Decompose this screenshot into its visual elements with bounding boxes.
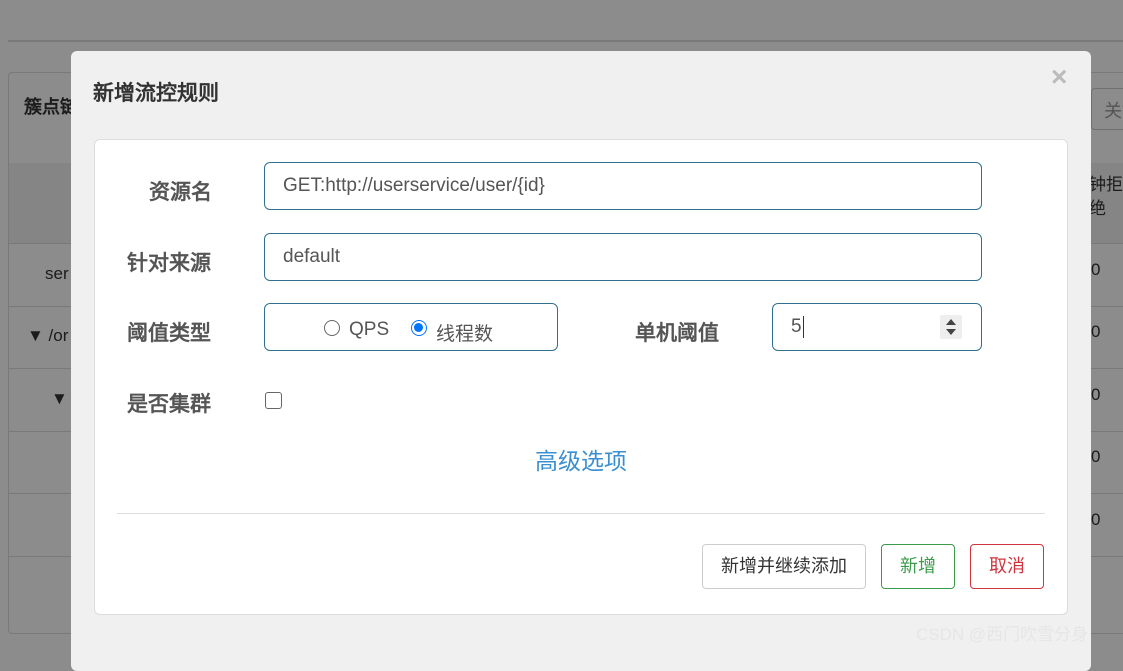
flow-rule-modal: 新增流控规则 × 资源名 GET:http://userservice/user… — [71, 51, 1091, 671]
spin-down-icon[interactable] — [946, 329, 956, 335]
resource-name-input[interactable]: GET:http://userservice/user/{id} — [264, 162, 982, 210]
threshold-type-label: 阈值类型 — [127, 322, 211, 345]
single-threshold-value: 5 — [791, 316, 802, 337]
cancel-button[interactable]: 取消 — [970, 544, 1044, 589]
text-caret — [802, 315, 804, 338]
cluster-mode-checkbox[interactable] — [265, 392, 282, 409]
threshold-type-radio-group: QPS 线程数 — [264, 303, 558, 351]
limit-origin-label: 针对来源 — [127, 252, 211, 275]
footer-divider — [117, 513, 1045, 514]
close-icon[interactable]: × — [1051, 61, 1067, 93]
number-spinner-icon[interactable] — [940, 315, 962, 339]
radio-thread-count-label[interactable]: 线程数 — [436, 319, 493, 346]
radio-qps-label[interactable]: QPS — [349, 319, 389, 341]
limit-origin-input[interactable]: default — [264, 233, 982, 281]
single-threshold-label: 单机阈值 — [635, 322, 719, 345]
radio-thread-count[interactable] — [411, 320, 427, 336]
add-and-continue-button[interactable]: 新增并继续添加 — [702, 544, 866, 589]
radio-qps[interactable] — [324, 320, 340, 336]
modal-title: 新增流控规则 — [93, 82, 219, 105]
add-button[interactable]: 新增 — [881, 544, 955, 589]
modal-body: 资源名 GET:http://userservice/user/{id} 针对来… — [94, 139, 1068, 615]
watermark: CSDN @西门吹雪分身 — [916, 625, 1089, 644]
spin-up-icon[interactable] — [946, 319, 956, 325]
resource-name-label: 资源名 — [149, 181, 212, 204]
advanced-options-link[interactable]: 高级选项 — [535, 442, 627, 476]
cluster-mode-label: 是否集群 — [127, 393, 211, 416]
single-threshold-input[interactable]: 5 — [772, 303, 982, 351]
